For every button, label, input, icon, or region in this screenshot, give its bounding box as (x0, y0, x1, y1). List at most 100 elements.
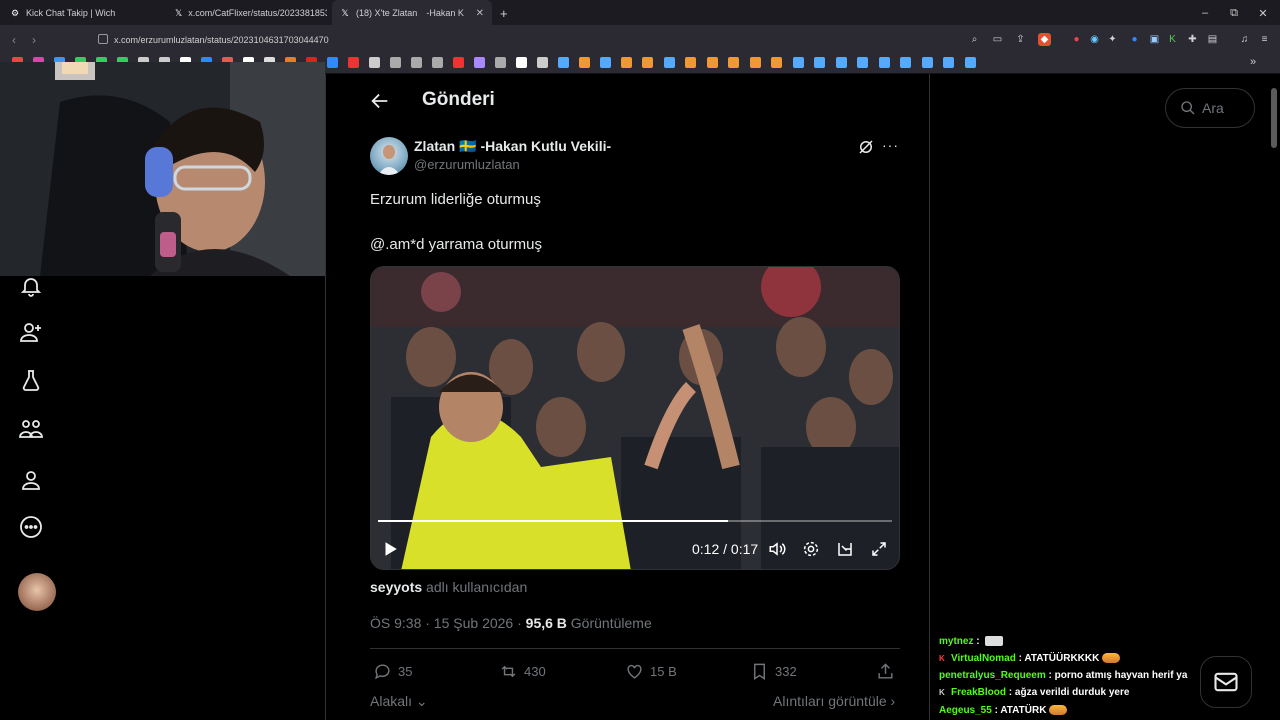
bookmark-favicon-icon[interactable] (579, 57, 590, 68)
media-icon[interactable]: ♫ (1238, 33, 1251, 46)
attribution-user[interactable]: seyyots (370, 579, 422, 595)
bookmark-favicon-icon[interactable] (600, 57, 611, 68)
chat-emote-icon (1049, 705, 1068, 716)
volume-icon[interactable] (768, 540, 786, 558)
bookmark-button[interactable]: 332 (750, 661, 797, 681)
grok-icon[interactable] (857, 138, 875, 156)
bookmark-favicon-icon[interactable] (348, 57, 359, 68)
bookmark-favicon-icon[interactable] (814, 57, 825, 68)
bookmark-favicon-icon[interactable] (835, 57, 847, 68)
share-icon[interactable]: ⇪ (1014, 33, 1027, 46)
video-player[interactable] (370, 266, 900, 570)
bookmark-favicon-icon[interactable] (327, 57, 338, 68)
close-window-button[interactable]: ✕ (1248, 0, 1278, 26)
bookmark-favicon-icon[interactable] (728, 57, 739, 68)
bookmark-favicon-icon[interactable] (706, 57, 718, 68)
zoom-icon[interactable]: ⌕ (968, 33, 981, 46)
fullscreen-icon[interactable] (870, 540, 888, 558)
bookmark-favicon-icon[interactable] (474, 57, 485, 68)
grok-lab-icon[interactable] (16, 365, 46, 395)
search-box[interactable]: Ara (1165, 88, 1255, 128)
chat-username: FreakBlood (951, 687, 1007, 698)
more-options-icon[interactable] (16, 512, 46, 542)
maximize-button[interactable]: ⧉ (1219, 0, 1249, 26)
attribution-suffix: adlı kullanıcıdan (426, 579, 528, 595)
bookmark-favicon-icon[interactable] (943, 57, 954, 68)
tab-active-tweet[interactable]: 𝕏 (18) X'te Zlatan ⠀-Hakan K ✕ (332, 0, 492, 26)
heart-icon (627, 664, 642, 679)
bookmark-favicon-icon[interactable] (642, 57, 653, 68)
bookmark-favicon-icon[interactable] (432, 57, 443, 68)
cast-icon[interactable]: ▭ (991, 33, 1004, 46)
bookmark-favicon-icon[interactable] (792, 57, 804, 68)
bookmark-favicon-icon[interactable] (663, 57, 675, 68)
tab-kick-chat[interactable]: ⚙ Kick Chat Takip | Wich (2, 0, 162, 26)
sidebar-icon[interactable]: ▤ (1206, 33, 1219, 46)
tab-catflixer[interactable]: 𝕏 x.com/CatFlixer/status/20233818530 (167, 0, 327, 26)
forward-nav-icon[interactable]: › (24, 30, 44, 50)
reply-button[interactable]: 35 (373, 661, 412, 681)
picture-in-picture-icon[interactable] (836, 540, 854, 558)
bookmark-favicon-icon[interactable] (369, 57, 380, 68)
bookmark-favicon-icon[interactable] (537, 57, 548, 68)
new-tab-button[interactable]: + (500, 6, 508, 21)
menu-icon[interactable]: ≡ (1258, 33, 1271, 46)
author-avatar[interactable] (370, 137, 408, 175)
bookmark-favicon-icon[interactable] (390, 57, 401, 68)
close-tab-icon[interactable]: ✕ (476, 8, 484, 19)
puzzle-icon[interactable]: ✚ (1186, 33, 1199, 46)
messages-button[interactable] (1200, 656, 1252, 708)
bookmark-favicon-icon[interactable] (771, 57, 782, 68)
chat-message: K FreakBlood : ağza verildi durduk yere (939, 687, 1130, 698)
chat-username: mytnez (939, 636, 974, 647)
bookmark-favicon-icon[interactable] (558, 57, 569, 68)
bookmark-favicon-icon[interactable] (495, 57, 506, 68)
bookmark-favicon-icon[interactable] (878, 57, 890, 68)
back-nav-icon[interactable]: ‹ (4, 30, 24, 50)
account-avatar[interactable] (18, 573, 56, 611)
bookmark-favicon-icon[interactable] (516, 57, 527, 68)
share-button[interactable] (876, 661, 895, 681)
url-bar[interactable]: x.com/erzurumluzlatan/status/20231046317… (90, 31, 950, 49)
bookmark-favicon-icon[interactable] (921, 57, 933, 68)
extension-icon[interactable]: ● (1070, 33, 1083, 46)
bookmark-favicon-icon[interactable] (964, 57, 976, 68)
profile-icon[interactable] (16, 465, 46, 495)
scrollbar[interactable] (1271, 88, 1277, 148)
tweet-timestamp[interactable]: ÖS 9:38 · 15 Şub 2026 · (370, 615, 522, 631)
extension-icon[interactable]: ✦ (1106, 33, 1119, 46)
repost-count: 430 (524, 663, 546, 679)
author-display-name[interactable]: Zlatan 🇸🇪 -Hakan Kutlu Vekili- (414, 138, 611, 155)
extension-icon[interactable]: ◉ (1088, 33, 1101, 46)
bookmark-favicon-icon[interactable] (411, 57, 422, 68)
video-progress-fill (378, 520, 728, 522)
chat-text: ATATÜÜRKKKK (1024, 653, 1100, 664)
bookmark-favicon-icon[interactable] (857, 57, 868, 68)
communities-icon[interactable] (16, 414, 46, 444)
bookmark-favicon-icon[interactable] (900, 57, 911, 68)
tab-title: Kick Chat Takip | Wich (26, 8, 116, 18)
minimize-button[interactable]: – (1190, 0, 1220, 26)
bookmark-favicon-icon[interactable] (453, 57, 464, 68)
site-info-icon[interactable] (98, 34, 108, 44)
extension-icon[interactable]: ● (1128, 33, 1141, 46)
video-time: 0:12 / 0:17 (692, 541, 759, 557)
author-handle[interactable]: @erzurumluzlatan (414, 157, 520, 172)
back-arrow-icon[interactable] (369, 90, 391, 112)
repost-button[interactable]: 430 (499, 661, 546, 681)
play-icon[interactable] (381, 540, 399, 558)
more-icon[interactable]: ··· (882, 137, 899, 153)
bookmark-favicon-icon[interactable] (621, 57, 632, 68)
brave-shield-icon[interactable]: ◆ (1038, 33, 1051, 46)
bookmark-favicon-icon[interactable] (749, 57, 761, 68)
like-button[interactable]: 15 B (625, 661, 677, 681)
follow-icon[interactable] (16, 317, 46, 347)
more-bookmarks-icon[interactable]: » (1250, 56, 1256, 68)
settings-gear-icon[interactable] (802, 540, 820, 558)
extension-icon[interactable]: K (1166, 33, 1179, 46)
view-quotes-link[interactable]: Alıntıları görüntüle › (773, 693, 895, 709)
related-tab[interactable]: Alakalı ⌄ (370, 693, 428, 710)
chat-text: porno atmış hayvan herif ya (1054, 670, 1188, 681)
bookmark-favicon-icon[interactable] (685, 57, 696, 68)
extension-icon[interactable]: ▣ (1148, 33, 1161, 46)
